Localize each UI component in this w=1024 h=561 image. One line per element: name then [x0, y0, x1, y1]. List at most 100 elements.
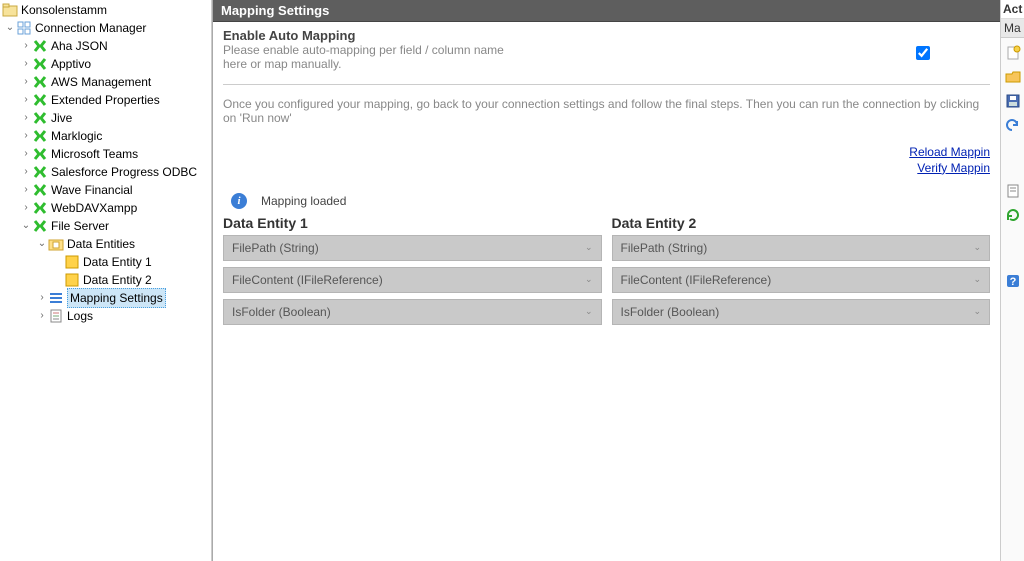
chevron-down-icon: ⌄: [973, 242, 981, 253]
actions-header: Act: [1001, 0, 1024, 19]
chevron-right-icon[interactable]: ›: [36, 307, 48, 325]
actions-panel: Act Ma ?: [1000, 0, 1024, 561]
tree-connection-item[interactable]: › Microsoft Teams: [0, 145, 211, 163]
entity-icon: [64, 272, 80, 288]
tree-connection-label: Jive: [51, 109, 72, 127]
open-folder-icon[interactable]: [1004, 68, 1022, 86]
tree-connection-item[interactable]: ›Marklogic: [0, 127, 211, 145]
field-dropdown-label: FilePath (String): [232, 241, 319, 255]
field-dropdown-label: FileContent (IFileReference): [621, 273, 772, 287]
tree-connection-manager-label: Connection Manager: [35, 19, 146, 37]
chevron-down-icon[interactable]: ⌄: [4, 19, 16, 37]
main-panel: Mapping Settings Enable Auto Mapping Ple…: [212, 0, 1000, 561]
tree-connection-label: Extended Properties: [51, 91, 160, 109]
chevron-right-icon[interactable]: ›: [20, 163, 32, 181]
connection-icon: [32, 38, 48, 54]
chevron-right-icon[interactable]: ›: [20, 181, 32, 199]
chevron-right-icon[interactable]: ›: [20, 109, 32, 127]
chevron-down-icon[interactable]: ⌄: [20, 217, 32, 235]
tree-connection-item[interactable]: ›Wave Financial: [0, 181, 211, 199]
connection-icon: [32, 110, 48, 126]
entity-1-title: Data Entity 1: [223, 215, 602, 231]
field-dropdown-label: FilePath (String): [621, 241, 708, 255]
tree-connection-item[interactable]: › Jive: [0, 109, 211, 127]
navigation-tree: Konsolenstamm ⌄ Connection Manager › Aha …: [0, 0, 212, 561]
tree-mapping-settings-label: Mapping Settings: [67, 288, 166, 308]
chevron-down-icon[interactable]: ⌄: [36, 235, 48, 253]
entity-2-column: Data Entity 2 FilePath (String)⌄FileCont…: [612, 215, 991, 331]
chevron-down-icon: ⌄: [973, 274, 981, 285]
field-dropdown-label: FileContent (IFileReference): [232, 273, 383, 287]
chevron-right-icon[interactable]: ›: [20, 145, 32, 163]
field-dropdown[interactable]: FileContent (IFileReference) ⌄: [612, 267, 991, 293]
chevron-right-icon[interactable]: ›: [20, 91, 32, 109]
connection-manager-icon: [16, 20, 32, 36]
info-icon: i: [231, 193, 247, 209]
chevron-right-icon[interactable]: ›: [20, 37, 32, 55]
tree-data-entities[interactable]: ⌄ Data Entities: [0, 235, 211, 253]
chevron-down-icon: ⌄: [585, 242, 593, 253]
tree-connection-item[interactable]: ›WebDAVXampp: [0, 199, 211, 217]
status-row: i Mapping loaded: [223, 193, 990, 209]
chevron-right-icon[interactable]: ›: [20, 55, 32, 73]
verify-mapping-link[interactable]: Verify Mappin: [223, 161, 990, 175]
tree-connection-label: AWS Management: [51, 73, 151, 91]
chevron-right-icon[interactable]: ›: [20, 199, 32, 217]
properties-icon[interactable]: [1004, 182, 1022, 200]
undo-icon[interactable]: [1004, 116, 1022, 134]
chevron-right-icon[interactable]: ›: [36, 289, 48, 307]
entity-1-column: Data Entity 1 FilePath (String)⌄FileCont…: [223, 215, 602, 331]
tree-mapping-settings[interactable]: › Mapping Settings: [0, 289, 211, 307]
connection-icon: [32, 92, 48, 108]
tree-connection-item[interactable]: › Aha JSON: [0, 37, 211, 55]
tree-file-server-label: File Server: [51, 217, 109, 235]
tree-connection-label: Microsoft Teams: [51, 145, 138, 163]
field-dropdown[interactable]: FilePath (String) ⌄: [223, 235, 602, 261]
help-icon[interactable]: ?: [1004, 272, 1022, 290]
entity-icon: [64, 254, 80, 270]
tree-connection-item[interactable]: ›Apptivo: [0, 55, 211, 73]
connection-icon: [32, 56, 48, 72]
tree-root-label: Konsolenstamm: [21, 1, 107, 19]
auto-mapping-checkbox[interactable]: [916, 46, 930, 60]
tree-connection-item[interactable]: › AWS Management: [0, 73, 211, 91]
tree-entity-2-label: Data Entity 2: [83, 271, 152, 289]
mapping-icon: [48, 290, 64, 306]
tree-connection-item[interactable]: › Salesforce Progress ODBC: [0, 163, 211, 181]
tree-entity-1-label: Data Entity 1: [83, 253, 152, 271]
actions-tab[interactable]: Ma: [1001, 19, 1024, 38]
field-dropdown[interactable]: IsFolder (Boolean)⌄: [223, 299, 602, 325]
connection-icon: [32, 74, 48, 90]
hint-text: Once you configured your mapping, go bac…: [223, 97, 990, 125]
chevron-down-icon: ⌄: [973, 306, 981, 317]
tree-connection-label: Aha JSON: [51, 37, 108, 55]
new-document-icon[interactable]: [1004, 44, 1022, 62]
field-dropdown-label: IsFolder (Boolean): [232, 305, 331, 319]
auto-mapping-section: Enable Auto Mapping Please enable auto-m…: [223, 28, 990, 85]
tree-file-server[interactable]: ⌄ File Server: [0, 217, 211, 235]
tree-root[interactable]: Konsolenstamm: [0, 1, 211, 19]
folder-icon: [2, 2, 18, 18]
auto-mapping-desc-2: here or map manually.: [223, 57, 504, 71]
tree-logs[interactable]: › Logs: [0, 307, 211, 325]
field-dropdown[interactable]: FileContent (IFileReference) ⌄: [223, 267, 602, 293]
tree-entity-1[interactable]: Data Entity 1: [0, 253, 211, 271]
connection-icon: [32, 128, 48, 144]
tree-connection-item[interactable]: › Extended Properties: [0, 91, 211, 109]
field-dropdown[interactable]: FilePath (String) ⌄: [612, 235, 991, 261]
entity-2-title: Data Entity 2: [612, 215, 991, 231]
tree-entity-2[interactable]: Data Entity 2: [0, 271, 211, 289]
refresh-icon[interactable]: [1004, 206, 1022, 224]
field-dropdown[interactable]: IsFolder (Boolean)⌄: [612, 299, 991, 325]
chevron-right-icon[interactable]: ›: [20, 73, 32, 91]
tree-connection-manager[interactable]: ⌄ Connection Manager: [0, 19, 211, 37]
reload-mapping-link[interactable]: Reload Mappin: [223, 145, 990, 159]
svg-text:?: ?: [1009, 276, 1016, 288]
auto-mapping-desc-1: Please enable auto-mapping per field / c…: [223, 43, 504, 57]
connection-icon: [32, 182, 48, 198]
chevron-right-icon[interactable]: ›: [20, 127, 32, 145]
chevron-down-icon: ⌄: [585, 274, 593, 285]
tree-connection-label: Salesforce Progress ODBC: [51, 163, 197, 181]
save-icon[interactable]: [1004, 92, 1022, 110]
entities-folder-icon: [48, 236, 64, 252]
